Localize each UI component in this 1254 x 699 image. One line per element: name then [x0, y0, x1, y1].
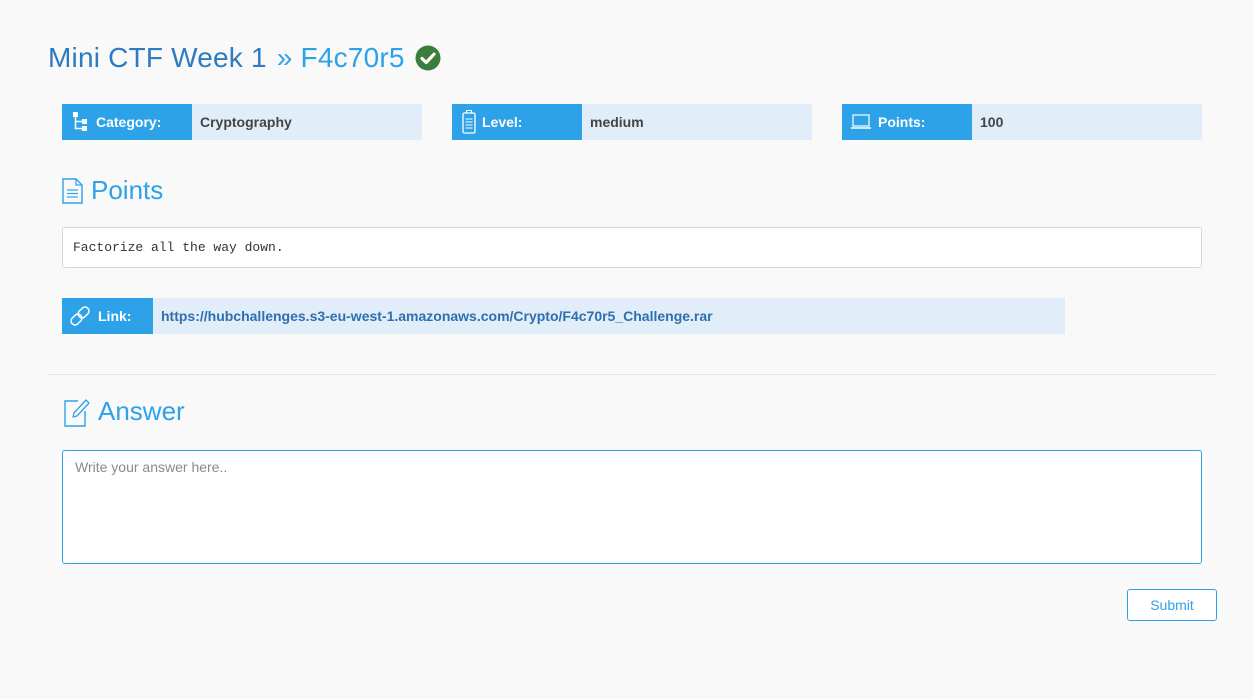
level-label-text: Level:	[482, 114, 523, 130]
description-heading: Points	[62, 175, 163, 206]
page-title: Mini CTF Week 1 » F4c70r5	[48, 38, 441, 78]
points-label: Points:	[842, 104, 972, 140]
chain-link-icon	[68, 304, 92, 328]
category-label-text: Category:	[96, 114, 162, 130]
challenge-title: F4c70r5	[300, 42, 405, 73]
level-value: medium	[590, 114, 644, 130]
submit-button[interactable]: Submit	[1127, 589, 1217, 621]
challenge-page: Mini CTF Week 1 » F4c70r5 Category: Cryp…	[0, 0, 1254, 699]
category-value: Cryptography	[200, 114, 292, 130]
points-value: 100	[980, 114, 1004, 130]
link-box: Link: https://hubchallenges.s3-eu-west-1…	[62, 298, 1065, 334]
answer-heading-text: Answer	[98, 396, 185, 426]
level-label: Level:	[452, 104, 582, 140]
challenge-description: Factorize all the way down.	[62, 227, 1202, 268]
hierarchy-icon	[72, 111, 90, 133]
challenge-file-link[interactable]: https://hubchallenges.s3-eu-west-1.amazo…	[153, 298, 713, 334]
link-label-text: Link:	[98, 308, 132, 324]
description-heading-text: Points	[91, 175, 164, 205]
event-title-link[interactable]: Mini CTF Week 1	[48, 42, 267, 74]
breadcrumb-separator: »	[276, 42, 293, 73]
answer-input[interactable]	[62, 450, 1202, 564]
category-box: Category: Cryptography	[62, 104, 422, 140]
section-divider	[48, 374, 1216, 375]
edit-icon	[64, 397, 90, 427]
document-icon	[62, 177, 83, 204]
check-circle-icon	[415, 45, 441, 71]
points-label-text: Points:	[878, 114, 926, 130]
battery-icon	[462, 110, 476, 134]
points-box: Points: 100	[842, 104, 1202, 140]
level-box: Level: medium	[452, 104, 812, 140]
laptop-icon	[850, 114, 872, 130]
category-label: Category:	[62, 104, 192, 140]
link-label: Link:	[62, 298, 153, 334]
answer-heading: Answer	[64, 396, 185, 427]
